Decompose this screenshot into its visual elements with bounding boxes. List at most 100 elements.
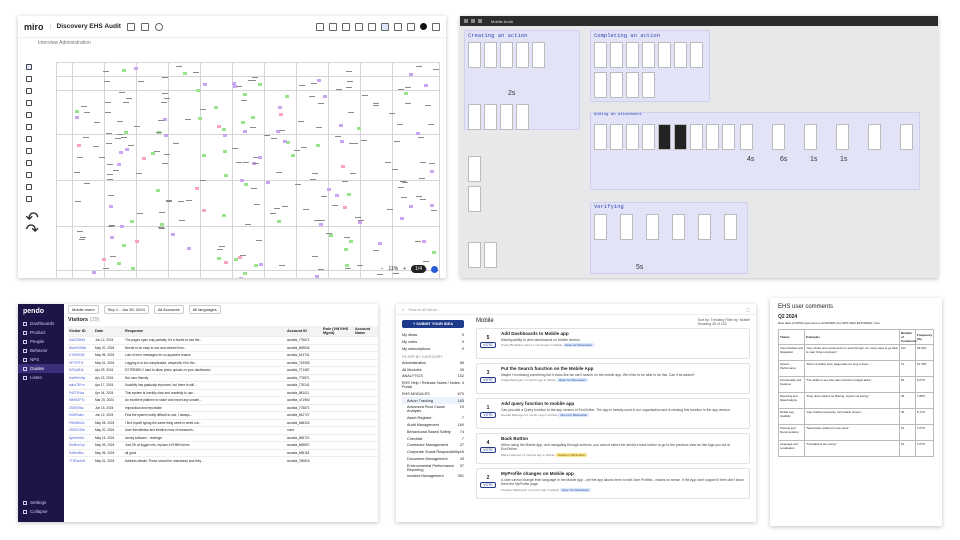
search-icon[interactable]	[154, 22, 163, 31]
category-item[interactable]: EHS MODULES 670	[402, 390, 464, 397]
sticky-note[interactable]	[135, 239, 140, 243]
sticky-note[interactable]	[276, 219, 281, 223]
sticky-note[interactable]	[317, 268, 324, 270]
screen-frame[interactable]	[706, 124, 719, 150]
sticky-note[interactable]	[83, 112, 90, 114]
sticky-note[interactable]	[217, 125, 222, 129]
sticky-note[interactable]	[386, 208, 393, 210]
sticky-note[interactable]	[348, 239, 353, 243]
vote-button[interactable]: VOTE	[480, 482, 496, 488]
sticky-note[interactable]	[403, 91, 408, 95]
sticky-note[interactable]	[118, 91, 125, 93]
sticky-note[interactable]	[401, 181, 408, 183]
sticky-note[interactable]	[408, 204, 413, 208]
sticky-note[interactable]	[250, 188, 257, 190]
screen-frame[interactable]	[468, 104, 481, 130]
sticky-note[interactable]	[103, 70, 110, 72]
sticky-note[interactable]	[194, 187, 199, 191]
visitor-id[interactable]: KdSed6ko	[68, 448, 94, 457]
sticky-note[interactable]	[310, 82, 317, 84]
sticky-note[interactable]	[414, 240, 421, 242]
zoom-out-icon[interactable]: −	[381, 266, 384, 272]
sticky-note[interactable]	[178, 201, 185, 203]
sticky-note[interactable]	[282, 205, 289, 207]
sticky-note[interactable]	[279, 265, 286, 267]
screen-frame[interactable]	[500, 42, 513, 68]
date-filter[interactable]: Sep 1 - Jun 30, 2024	[103, 304, 149, 314]
sticky-note[interactable]	[110, 256, 117, 258]
category-item[interactable]: ANALYTICS 152	[402, 373, 464, 380]
my-filter-item[interactable]: My subscriptions 0	[402, 346, 464, 353]
sticky-note[interactable]	[216, 249, 223, 251]
sticky-note[interactable]	[179, 219, 186, 221]
screen-frame[interactable]	[594, 72, 607, 98]
sticky-note[interactable]	[75, 201, 82, 203]
sticky-note[interactable]	[104, 101, 111, 103]
sticky-note[interactable]	[319, 220, 326, 222]
sticky-note[interactable]	[236, 161, 243, 163]
sticky-note[interactable]	[243, 271, 248, 275]
sticky-note[interactable]	[300, 146, 307, 148]
sidebar-item-behavior[interactable]: Behavior	[18, 346, 64, 355]
sticky-note[interactable]	[122, 244, 127, 248]
visitor-id[interactable]: KBKB2P7c	[68, 396, 94, 404]
table-row[interactable]: FRbM5x3c May 28, 2024 I find myself typing…	[68, 418, 378, 427]
screen-frame[interactable]	[516, 42, 529, 68]
sticky-note[interactable]	[240, 100, 247, 102]
screen-frame[interactable]	[642, 42, 655, 68]
visitor-id[interactable]: 7T9Gw4nN	[68, 456, 94, 464]
templates-icon[interactable]	[25, 76, 32, 82]
sticky-note[interactable]	[82, 136, 89, 138]
language-filter[interactable]: All languages	[188, 304, 221, 314]
visitor-id[interactable]: KaeRmVbp	[68, 373, 94, 382]
screen-frame[interactable]	[900, 124, 913, 150]
screen-frame[interactable]	[626, 72, 639, 98]
sticky-note[interactable]	[315, 143, 320, 147]
sticky-note[interactable]	[340, 165, 345, 169]
sticky-note[interactable]	[242, 162, 249, 164]
screen-frame[interactable]	[532, 42, 545, 68]
sticky-note[interactable]	[321, 195, 328, 197]
sticky-note[interactable]	[127, 144, 134, 146]
sticky-note[interactable]	[327, 187, 332, 191]
sticky-note[interactable]	[160, 223, 165, 227]
sticky-note[interactable]	[117, 133, 124, 135]
sticky-note[interactable]	[348, 142, 355, 144]
sticky-note[interactable]	[142, 157, 147, 161]
sticky-note[interactable]	[315, 127, 322, 129]
sticky-note[interactable]	[233, 258, 238, 262]
page-counter[interactable]: 1/4	[411, 265, 426, 273]
sticky-note[interactable]	[98, 157, 105, 159]
comments-icon[interactable]	[329, 22, 337, 31]
category-item[interactable]: Contractor Management 27	[402, 442, 464, 449]
visitor-id[interactable]: 9XbR3dnx	[68, 411, 94, 419]
sticky-note[interactable]	[415, 195, 422, 197]
sticky-note[interactable]	[339, 139, 344, 143]
connector-icon[interactable]	[25, 124, 32, 130]
category-item[interactable]: All Modules 39	[402, 366, 464, 373]
screen-frame[interactable]	[484, 104, 497, 130]
screen-frame[interactable]	[626, 42, 639, 68]
sticky-note[interactable]	[270, 138, 277, 140]
screen-frame[interactable]	[698, 214, 711, 240]
sidebar-item-listen[interactable]: Listen	[18, 373, 64, 382]
idea-title[interactable]: Add query function to mobile app	[501, 401, 746, 406]
sticky-note[interactable]	[341, 180, 348, 182]
column-header[interactable]: Role (VM EHS Mgmt)	[322, 326, 354, 337]
sticky-note[interactable]	[350, 173, 357, 175]
sticky-note[interactable]	[317, 102, 324, 104]
idea-title[interactable]: Put the Search function on the Mobile Ap…	[501, 366, 746, 371]
sticky-note[interactable]	[193, 71, 199, 73]
sticky-note[interactable]	[103, 80, 110, 82]
sticky-note[interactable]	[347, 193, 352, 197]
sticky-note[interactable]	[239, 276, 244, 278]
table-row[interactable]: KdSed6ko May 06, 2024 all good acctsfa_6581…	[68, 448, 378, 457]
screen-frame[interactable]	[610, 72, 623, 98]
sticky-note[interactable]	[282, 140, 287, 144]
table-row[interactable]: ZS69X9sc Jun 15, 2024 Impractical and repo…	[68, 403, 378, 412]
sticky-note[interactable]	[286, 141, 291, 145]
sticky-note[interactable]	[116, 121, 123, 123]
sticky-note[interactable]	[405, 102, 412, 104]
apps-icon[interactable]	[25, 184, 32, 190]
table-row[interactable]: MV6heGxy May 09, 2024 Just OK at logger in…	[68, 441, 378, 449]
